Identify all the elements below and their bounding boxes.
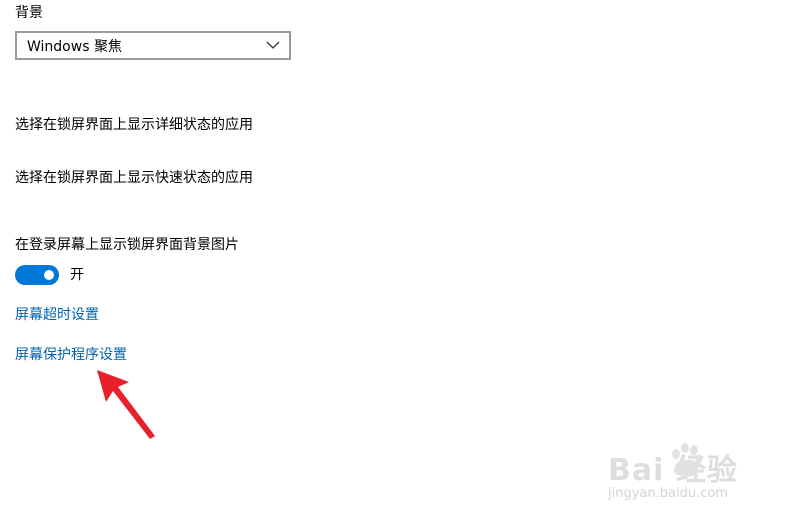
red-arrow-icon — [97, 370, 155, 439]
chevron-down-icon — [266, 41, 280, 49]
baidu-paw-icon — [672, 443, 703, 477]
background-dropdown[interactable]: Windows 聚焦 — [15, 31, 291, 60]
detailed-status-app-link[interactable]: 选择在锁屏界面上显示详细状态的应用 — [15, 115, 253, 135]
watermark-url: jingyan.baidu.com — [608, 486, 728, 501]
signin-background-label: 在登录屏幕上显示锁屏界面背景图片 — [15, 237, 239, 253]
background-dropdown-value: Windows 聚焦 — [27, 39, 122, 55]
toggle-knob — [44, 270, 54, 280]
screen-saver-settings-link[interactable]: 屏幕保护程序设置 — [15, 345, 127, 365]
screen-timeout-settings-link[interactable]: 屏幕超时设置 — [15, 305, 99, 325]
toggle-state-label: 开 — [70, 267, 84, 283]
signin-background-toggle[interactable] — [15, 265, 59, 285]
lock-screen-settings-page: 背景 Windows 聚焦 选择在锁屏界面上显示详细状态的应用 选择在锁屏界面上… — [0, 0, 792, 524]
quick-status-app-link[interactable]: 选择在锁屏界面上显示快速状态的应用 — [15, 168, 253, 188]
baidu-watermark: Bai 经验 jingyan.baidu.com — [608, 440, 758, 510]
background-label: 背景 — [15, 5, 43, 21]
